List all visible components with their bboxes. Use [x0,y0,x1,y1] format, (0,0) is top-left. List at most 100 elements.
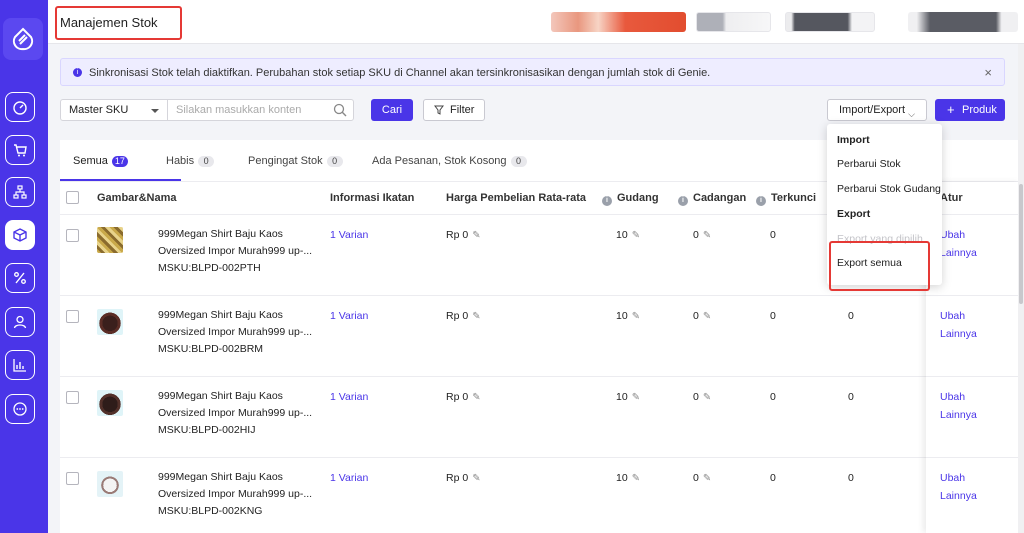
header-actions: Atur [940,192,963,204]
sidebar-item-promotions[interactable] [5,263,35,293]
edit-link[interactable]: Ubah [940,310,965,322]
avg-price-value: Rp 0 [446,391,469,403]
edit-link[interactable]: Ubah [940,391,965,403]
product-name[interactable]: 999Megan Shirt Baju Kaos Oversized Impor… [158,307,318,358]
sidebar-item-customers[interactable] [5,307,35,337]
chat-icon [13,402,27,416]
tab-habis[interactable]: Habis 0 [166,155,215,167]
edit-pencil-icon[interactable]: ✎ [632,311,640,322]
edit-pencil-icon[interactable]: ✎ [632,230,640,241]
divider [60,376,1020,377]
dashboard-icon [13,101,27,115]
product-name[interactable]: 999Megan Shirt Baju Kaos Oversized Impor… [158,388,318,439]
scrollbar-thumb[interactable] [1019,184,1023,304]
tab-pengingat-stok[interactable]: Pengingat Stok 0 [248,155,343,167]
variant-link[interactable]: 1 Varian [330,310,368,322]
genie-logo-icon[interactable] [3,18,43,60]
close-icon[interactable]: × [984,65,992,80]
variant-link[interactable]: 1 Varian [330,229,368,241]
edit-pencil-icon[interactable]: ✎ [703,230,711,241]
sync-notice: i Sinkronisasi Stok telah diaktifkan. Pe… [60,58,1005,86]
product-thumbnail[interactable] [97,227,123,253]
edit-pencil-icon[interactable]: ✎ [632,473,640,484]
divider [60,457,1020,458]
info-icon[interactable]: i [756,196,766,206]
extra-value: 0 [848,391,854,403]
reserve-cell: 0 ✎ [693,310,711,322]
sidebar [0,0,48,533]
product-thumbnail[interactable] [97,309,123,335]
chart-icon [13,359,26,372]
warehouse-value: 10 [616,229,628,241]
menu-item-update-warehouse-stock[interactable]: Perbarui Stok Gudang [837,183,941,195]
sidebar-item-orders[interactable] [5,135,35,165]
reserve-value: 0 [693,229,699,241]
warehouse-value: 10 [616,310,628,322]
product-name[interactable]: 999Megan Shirt Baju Kaos Oversized Impor… [158,469,318,520]
product-name-line: 999Megan Shirt Baju Kaos [158,471,283,483]
sidebar-item-dashboard[interactable] [5,92,35,122]
tab-count-badge: 0 [326,156,343,167]
sidebar-item-channels[interactable] [5,177,35,207]
variant-link[interactable]: 1 Varian [330,391,368,403]
edit-pencil-icon[interactable]: ✎ [703,392,711,403]
more-link[interactable]: Lainnya [940,247,977,259]
filter-label: Filter [450,104,475,116]
product-name[interactable]: 999Megan Shirt Baju Kaos Oversized Impor… [158,226,318,277]
sidebar-item-reports[interactable] [5,350,35,380]
product-thumbnail[interactable] [97,390,123,416]
divider [926,376,1020,377]
filter-button[interactable]: Filter [423,99,485,121]
divider [60,295,1020,296]
divider [926,295,1020,296]
header-binding: Informasi Ikatan [330,192,415,204]
select-all-checkbox[interactable] [66,191,79,204]
edit-pencil-icon[interactable]: ✎ [632,392,640,403]
more-link[interactable]: Lainnya [940,409,977,421]
edit-pencil-icon[interactable]: ✎ [703,473,711,484]
variant-link[interactable]: 1 Varian [330,472,368,484]
more-link[interactable]: Lainnya [940,490,977,502]
sku-type-select[interactable]: Master SKU [60,99,168,121]
blurred-store-selector[interactable] [551,12,686,32]
header-label: Cadangan [693,192,747,204]
warehouse-cell: 10 ✎ [616,229,640,241]
row-checkbox[interactable] [66,310,79,323]
info-icon[interactable]: i [602,196,612,206]
page-scrollbar[interactable] [1018,44,1024,533]
blurred-user-menu[interactable] [908,12,1018,32]
tab-label: Habis [166,155,195,167]
edit-pencil-icon[interactable]: ✎ [703,311,711,322]
edit-pencil-icon[interactable]: ✎ [472,473,480,484]
tab-ada-pesanan[interactable]: Ada Pesanan, Stok Kosong 0 [372,155,527,167]
search-input[interactable] [176,104,326,116]
search-button[interactable]: Cari [371,99,413,121]
edit-pencil-icon[interactable]: ✎ [472,230,480,241]
product-name-line: 999Megan Shirt Baju Kaos [158,228,283,240]
row-checkbox[interactable] [66,391,79,404]
sidebar-item-chat[interactable] [5,394,35,424]
edit-pencil-icon[interactable]: ✎ [472,311,480,322]
blurred-account[interactable] [785,12,875,32]
warehouse-cell: 10 ✎ [616,310,640,322]
info-icon[interactable]: i [678,196,688,206]
blurred-store-name[interactable] [696,12,771,32]
avg-price-value: Rp 0 [446,310,469,322]
add-product-label: Produk [962,104,997,116]
header-locked: i Terkunci [756,192,816,206]
search-icon[interactable] [333,103,347,117]
sidebar-item-products[interactable] [5,220,35,250]
product-name-line: 999Megan Shirt Baju Kaos [158,309,283,321]
tab-semua[interactable]: Semua 17 [73,155,128,167]
more-link[interactable]: Lainnya [940,328,977,340]
row-checkbox[interactable] [66,472,79,485]
import-export-button[interactable]: Import/Export ⌵ [827,99,927,121]
edit-pencil-icon[interactable]: ✎ [472,392,480,403]
edit-link[interactable]: Ubah [940,229,965,241]
menu-item-update-stock[interactable]: Perbarui Stok [837,158,901,170]
tab-label: Semua [73,155,108,167]
edit-link[interactable]: Ubah [940,472,965,484]
product-thumbnail[interactable] [97,471,123,497]
add-product-button[interactable]: + Produk [935,99,1005,121]
row-checkbox[interactable] [66,229,79,242]
